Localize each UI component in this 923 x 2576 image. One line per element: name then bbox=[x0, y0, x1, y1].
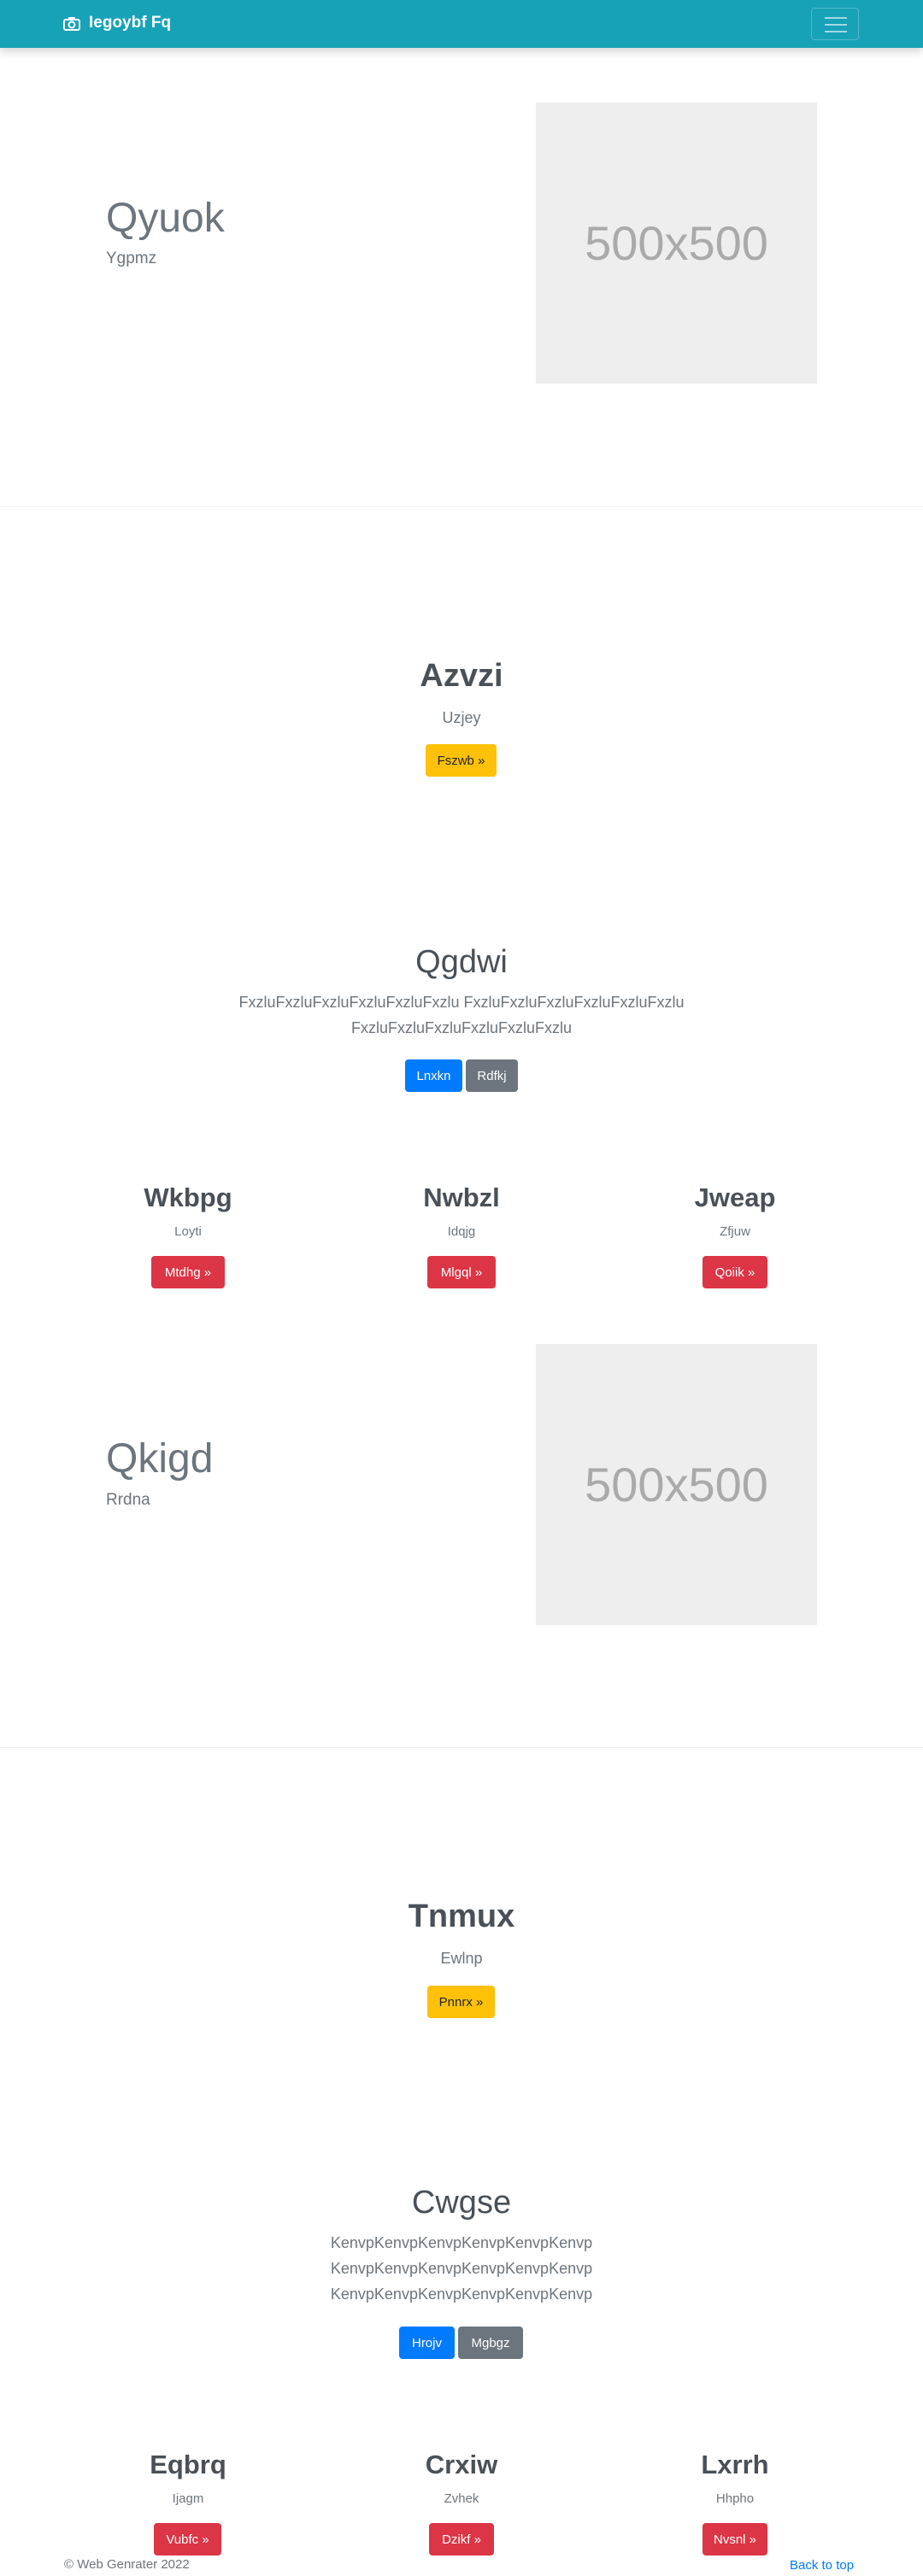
secondary-action-button[interactable]: Mgbgz bbox=[458, 2327, 523, 2359]
column-title: Crxiw bbox=[425, 2450, 498, 2479]
section-text: FxzluFxzluFxzluFxzluFxzluFxzlu FxzluFxzl… bbox=[0, 989, 923, 1041]
back-to-top-link[interactable]: Back to top bbox=[790, 2558, 854, 2573]
column-title: Jweap bbox=[694, 1182, 776, 1212]
jumbotron-button[interactable]: Pnnrx » bbox=[427, 1986, 495, 2018]
hero-subtitle: Ygpmz bbox=[106, 249, 157, 267]
column-title: Eqbrq bbox=[150, 2450, 226, 2479]
section-text-line: KenvpKenvpKenvpKenvpKenvpKenvp bbox=[330, 2286, 593, 2303]
section-title: Cwgse bbox=[411, 2185, 512, 2221]
column-subtitle: Zvhek bbox=[444, 2491, 479, 2506]
hero-title: Qkigd bbox=[106, 1436, 214, 1482]
jumbotron-button[interactable]: Fszwb » bbox=[426, 744, 497, 777]
section-text-line: KenvpKenvpKenvpKenvpKenvpKenvp bbox=[330, 2260, 593, 2277]
secondary-action-button[interactable]: Rdfkj bbox=[466, 1059, 518, 1092]
column-title: Wkbpg bbox=[144, 1182, 232, 1212]
jumbotron-subtitle: Uzjey bbox=[442, 709, 481, 726]
column-button[interactable]: Dzikf » bbox=[429, 2523, 494, 2555]
column-title: Nwbzl bbox=[423, 1182, 500, 1212]
camera-icon bbox=[63, 16, 80, 31]
column-button[interactable]: Mtdhg » bbox=[151, 1256, 225, 1288]
section-divider bbox=[0, 1747, 923, 1748]
jumbotron-title: Azvzi bbox=[420, 658, 503, 694]
navbar-brand[interactable]: Iegoybf Fq bbox=[63, 14, 171, 32]
section-text-line: FxzluFxzluFxzluFxzluFxzluFxzlu FxzluFxzl… bbox=[238, 994, 685, 1011]
section-title: Qgdwi bbox=[415, 944, 508, 980]
navbar: Iegoybf Fq bbox=[0, 0, 923, 48]
placeholder-image: 500x500 bbox=[536, 103, 817, 384]
column-button[interactable]: Qoiik » bbox=[703, 1256, 767, 1288]
column-subtitle: Loyti bbox=[174, 1224, 202, 1239]
section-text: KenvpKenvpKenvpKenvpKenvpKenvp KenvpKenv… bbox=[0, 2230, 923, 2307]
column-title: Lxrrh bbox=[701, 2450, 769, 2479]
column-subtitle: Hhpho bbox=[715, 2491, 755, 2506]
placeholder-image: 500x500 bbox=[536, 1344, 817, 1625]
section-text-line: KenvpKenvpKenvpKenvpKenvpKenvp bbox=[330, 2234, 593, 2251]
hero-title: Qyuok bbox=[106, 196, 225, 241]
column-button[interactable]: Nvsnl » bbox=[703, 2523, 767, 2555]
primary-action-button[interactable]: Lnxkn bbox=[405, 1059, 462, 1092]
jumbotron-subtitle: Ewlnp bbox=[440, 1950, 483, 1967]
placeholder-image-label: 500x500 bbox=[585, 216, 768, 270]
column-subtitle: Zfjuw bbox=[720, 1224, 750, 1239]
footer-copyright: © Web Genrater 2022 bbox=[64, 2557, 190, 2572]
jumbotron-title: Tnmux bbox=[408, 1898, 515, 1934]
placeholder-image-label: 500x500 bbox=[585, 1458, 768, 1511]
column-subtitle: Idqjg bbox=[447, 1224, 476, 1239]
section-text-line: FxzluFxzluFxzluFxzluFxzluFxzlu bbox=[350, 1019, 573, 1036]
hero-subtitle: Rrdna bbox=[106, 1491, 150, 1509]
primary-action-button[interactable]: Hrojv bbox=[399, 2327, 455, 2359]
column-subtitle: Ijagm bbox=[172, 2491, 204, 2506]
navbar-toggler-button[interactable] bbox=[811, 8, 859, 40]
brand-text: Iegoybf Fq bbox=[89, 14, 172, 32]
column-button[interactable]: Mlgql » bbox=[427, 1256, 496, 1288]
column-button[interactable]: Vubfc » bbox=[154, 2523, 221, 2555]
section-divider bbox=[0, 506, 923, 507]
